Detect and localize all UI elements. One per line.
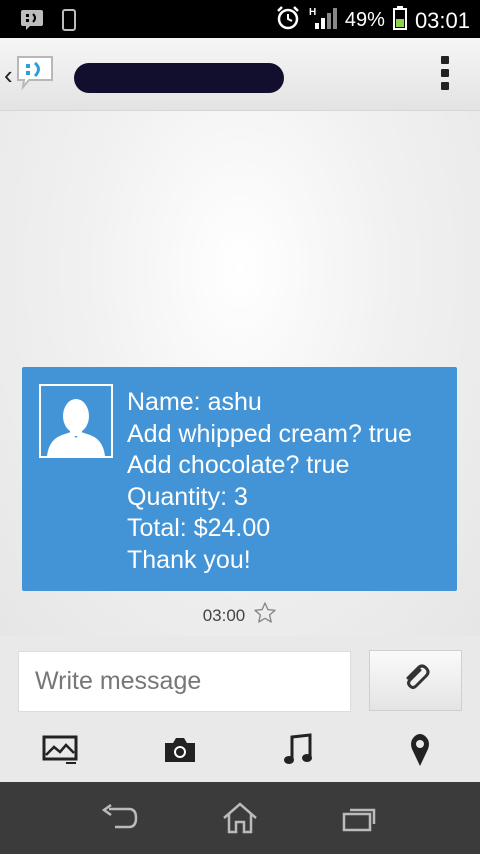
message-text: Name: ashu Add whipped cream? true Add c… — [127, 387, 449, 576]
messaging-app-icon — [15, 54, 55, 95]
bbm-notification-icon — [20, 9, 44, 36]
paperclip-icon — [400, 662, 432, 699]
recent-apps-icon[interactable] — [338, 798, 382, 838]
message-line: Quantity: 3 — [127, 482, 248, 511]
message-line: Total: $24.00 — [127, 514, 271, 542]
media-toolbar — [0, 728, 480, 772]
signal-icon: H — [309, 5, 337, 36]
location-pin-icon[interactable] — [398, 728, 442, 772]
conversation-area: Name: ashu Add whipped cream? true Add c… — [0, 111, 480, 636]
network-type-label: H — [309, 7, 316, 18]
message-input[interactable] — [18, 651, 351, 712]
message-line: Add whipped cream? true — [127, 419, 412, 448]
star-outline-icon[interactable] — [253, 601, 277, 630]
alarm-icon — [275, 5, 301, 36]
home-icon[interactable] — [218, 798, 262, 838]
status-clock: 03:01 — [414, 7, 470, 33]
message-line: Add chocolate? true — [127, 451, 350, 479]
compose-area — [0, 636, 480, 784]
default-contact-avatar-icon[interactable] — [39, 384, 113, 458]
message-line: Name: ashu — [127, 388, 262, 416]
phone-icon — [62, 9, 76, 36]
music-icon[interactable] — [276, 728, 320, 772]
contact-name-redacted — [74, 63, 284, 93]
message-line: Thank you! — [127, 545, 251, 574]
action-bar: ‹ — [0, 38, 480, 111]
overflow-menu-icon[interactable] — [440, 56, 450, 94]
status-bar: H 49% 03:01 — [0, 0, 480, 38]
message-bubble[interactable]: Name: ashu Add whipped cream? true Add c… — [22, 367, 457, 591]
battery-icon — [392, 6, 407, 35]
chevron-left-icon: ‹ — [4, 59, 13, 90]
gallery-icon[interactable] — [38, 728, 82, 772]
battery-percent: 49% — [344, 9, 385, 31]
system-navigation-bar — [0, 782, 480, 854]
up-navigation-button[interactable]: ‹ — [4, 54, 55, 95]
message-meta: 03:00 — [0, 601, 480, 630]
attach-button[interactable] — [369, 650, 462, 711]
message-timestamp: 03:00 — [202, 605, 246, 625]
back-icon[interactable] — [98, 798, 142, 838]
camera-icon[interactable] — [158, 728, 202, 772]
